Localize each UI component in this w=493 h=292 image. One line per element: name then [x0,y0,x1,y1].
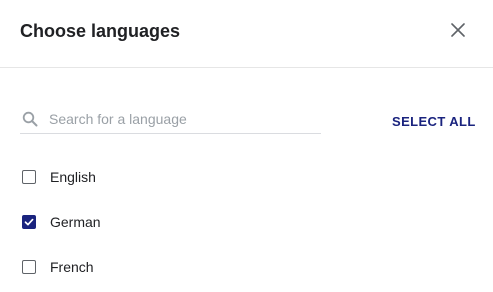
language-label: German [50,214,101,230]
search-icon [22,111,38,127]
english-checkbox[interactable] [22,170,36,184]
select-all-button[interactable]: SELECT ALL [392,114,476,130]
search-field [20,106,321,134]
search-input[interactable] [49,109,319,129]
german-checkbox[interactable] [22,215,36,229]
language-label: English [50,169,96,185]
language-item-german[interactable]: German [22,213,101,231]
language-label: French [50,259,94,275]
close-button[interactable] [446,18,470,42]
language-item-french[interactable]: French [22,258,94,276]
close-icon [451,23,465,37]
dialog-header: Choose languages [0,0,493,68]
french-checkbox[interactable] [22,260,36,274]
choose-languages-dialog: Choose languages SELECT ALL English Germ… [0,0,493,292]
checkmark-icon [24,218,34,226]
language-item-english[interactable]: English [22,168,96,186]
dialog-title: Choose languages [20,21,181,41]
